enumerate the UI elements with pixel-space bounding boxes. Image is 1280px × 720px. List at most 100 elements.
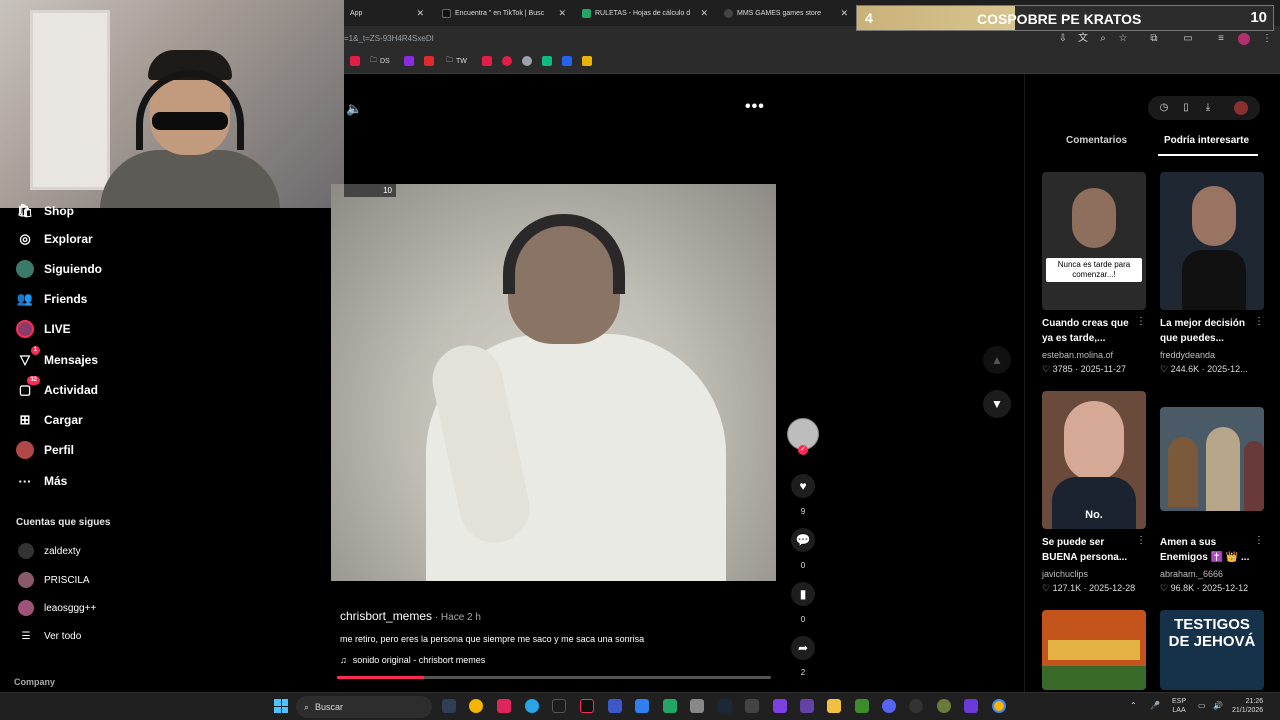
bookmark[interactable] bbox=[582, 56, 592, 66]
close-icon[interactable]: ✕ bbox=[558, 8, 566, 19]
display-icon[interactable]: ▭ bbox=[1198, 701, 1206, 710]
recommended-user[interactable]: abraham._6666 bbox=[1160, 569, 1223, 579]
sidebar-item-cargar[interactable]: ⊞ Cargar bbox=[16, 411, 83, 429]
bookmark[interactable] bbox=[404, 56, 414, 66]
recommended-thumbnail[interactable]: TESTIGOS DE JEHOVÁ bbox=[1160, 610, 1264, 690]
app-icon[interactable] bbox=[937, 699, 951, 713]
sheets-icon[interactable] bbox=[663, 699, 677, 713]
browser-tab[interactable]: Encuentra " en TikTok | Busc ✕ bbox=[436, 3, 572, 23]
video-progress-bar[interactable] bbox=[337, 676, 771, 679]
app-icon[interactable] bbox=[909, 699, 923, 713]
system-clock[interactable]: 21:26 21/1/2026 bbox=[1232, 697, 1263, 715]
user-avatar[interactable] bbox=[1234, 101, 1248, 115]
extensions-icon[interactable]: ⧉ bbox=[1148, 33, 1160, 45]
close-icon[interactable]: ✕ bbox=[700, 8, 708, 19]
menu-icon[interactable]: ⋮ bbox=[1261, 33, 1273, 45]
bookmark[interactable] bbox=[482, 56, 492, 66]
author-name[interactable]: chrisbort_memes bbox=[340, 609, 432, 623]
recommended-thumbnail[interactable] bbox=[1160, 407, 1264, 511]
app-icon[interactable] bbox=[690, 699, 704, 713]
recommended-title[interactable]: Cuando creas que ya es tarde,... bbox=[1042, 316, 1136, 346]
follow-plus-icon[interactable]: ✓ bbox=[798, 445, 808, 455]
tab-podria-interesarte[interactable]: Podría interesarte bbox=[1164, 135, 1249, 146]
install-icon[interactable]: ⇩ bbox=[1057, 33, 1069, 45]
sidebar-item-mensajes[interactable]: ▽ 1 Mensajes bbox=[16, 346, 98, 369]
microphone-icon[interactable]: 🎤 bbox=[1150, 701, 1160, 710]
sidebar-item-actividad[interactable]: ▢ 32 Actividad bbox=[16, 376, 98, 399]
video-player[interactable] bbox=[331, 184, 776, 581]
more-options-icon[interactable]: ⋮ bbox=[1136, 316, 1146, 327]
tiktok-icon[interactable] bbox=[580, 699, 594, 713]
recommended-title[interactable]: La mejor decisión que puedes... bbox=[1160, 316, 1254, 346]
language-indicator[interactable]: ESP LAA bbox=[1172, 697, 1186, 715]
sidepanel-icon[interactable]: ▭ bbox=[1182, 33, 1194, 45]
app-icon[interactable] bbox=[964, 699, 978, 713]
device-icon[interactable]: ▯ bbox=[1179, 101, 1193, 115]
bookmark[interactable] bbox=[350, 56, 360, 66]
recommended-thumbnail[interactable]: Nunca es tarde para comenzar...! bbox=[1042, 172, 1146, 310]
browser-tab[interactable]: MMS GAMES games store ✕ bbox=[718, 3, 854, 23]
comment-button[interactable]: 💬 bbox=[791, 528, 815, 552]
more-options-icon[interactable]: ⋮ bbox=[1136, 535, 1146, 546]
terminal-icon[interactable] bbox=[552, 699, 566, 713]
chrome-icon[interactable] bbox=[992, 699, 1006, 713]
sidebar-item-shop[interactable]: 🛍 Shop bbox=[16, 202, 74, 220]
app-icon[interactable] bbox=[497, 699, 511, 713]
more-options-icon[interactable]: ⋮ bbox=[1254, 535, 1264, 546]
recommended-user[interactable]: freddydeanda bbox=[1160, 350, 1215, 360]
following-account[interactable]: zaldexty bbox=[18, 543, 81, 559]
url-field[interactable]: =1&_t=ZS-93H4R4SxeDI bbox=[344, 34, 434, 43]
bookmark[interactable] bbox=[522, 56, 532, 66]
following-account[interactable]: PRISCILA bbox=[18, 572, 90, 588]
browser-tab[interactable]: RULETAS - Hojas de cálculo d ✕ bbox=[576, 3, 714, 23]
close-icon[interactable]: ✕ bbox=[840, 8, 848, 19]
translate-icon[interactable]: 文 bbox=[1077, 33, 1089, 45]
tab-comentarios[interactable]: Comentarios bbox=[1066, 135, 1127, 146]
share-button[interactable]: ➦ bbox=[791, 636, 815, 660]
app-icon[interactable] bbox=[745, 699, 759, 713]
recommended-title[interactable]: Amen a sus Enemigos ✝️ 👑 ... bbox=[1160, 535, 1254, 565]
zoom-icon[interactable]: ⌕ bbox=[1097, 33, 1109, 45]
edge-icon[interactable] bbox=[525, 699, 539, 713]
sidebar-item-perfil[interactable]: Perfil bbox=[16, 441, 74, 459]
app-icon[interactable] bbox=[800, 699, 814, 713]
save-button[interactable]: ▮ bbox=[791, 582, 815, 606]
video-sound[interactable]: ♫ sonido original - chrisbort memes bbox=[340, 655, 485, 665]
app-icon[interactable] bbox=[773, 699, 787, 713]
close-icon[interactable]: ✕ bbox=[416, 8, 424, 19]
app-icon[interactable] bbox=[608, 699, 622, 713]
app-icon[interactable] bbox=[855, 699, 869, 713]
recommended-user[interactable]: esteban.molina.of bbox=[1042, 350, 1113, 360]
recommended-thumbnail[interactable]: No. bbox=[1042, 391, 1146, 529]
see-all-following[interactable]: ☰ Ver todo bbox=[18, 631, 82, 642]
sidebar-item-friends[interactable]: 👥 Friends bbox=[16, 290, 87, 308]
recommended-user[interactable]: javichuclips bbox=[1042, 569, 1088, 579]
discord-icon[interactable] bbox=[882, 699, 896, 713]
bookmark[interactable] bbox=[502, 56, 512, 66]
volume-icon[interactable]: 🔈 bbox=[346, 101, 362, 117]
bookmark-folder[interactable]: 🗀 DS bbox=[370, 56, 390, 67]
taskbar-search[interactable]: ⌕ Buscar bbox=[296, 696, 432, 718]
star-icon[interactable]: ☆ bbox=[1117, 33, 1129, 45]
recommended-thumbnail[interactable] bbox=[1160, 172, 1264, 310]
recommended-title[interactable]: Se puede ser BUENA persona... bbox=[1042, 535, 1136, 565]
next-video-button[interactable]: ▼ bbox=[983, 390, 1011, 418]
sidebar-item-live[interactable]: LIVE bbox=[16, 320, 71, 338]
docs-icon[interactable] bbox=[635, 699, 649, 713]
following-account[interactable]: leaosggg++ bbox=[18, 600, 96, 616]
bookmark[interactable] bbox=[562, 56, 572, 66]
bookmark-folder[interactable]: 🗀 TW bbox=[446, 56, 467, 67]
previous-video-button[interactable]: ▲ bbox=[983, 346, 1011, 374]
chrome-icon[interactable] bbox=[469, 699, 483, 713]
sidebar-item-explorar[interactable]: ◎ Explorar bbox=[16, 230, 92, 248]
bookmark[interactable] bbox=[424, 56, 434, 66]
media-icon[interactable]: ≡ bbox=[1215, 33, 1227, 45]
speed-icon[interactable]: ◷ bbox=[1157, 101, 1171, 115]
company-link[interactable]: Company bbox=[14, 677, 55, 687]
browser-tab[interactable]: App ✕ bbox=[344, 3, 430, 23]
folder-icon[interactable] bbox=[827, 699, 841, 713]
download-icon[interactable]: ⤓ bbox=[1201, 101, 1215, 115]
windows-start-icon[interactable] bbox=[274, 699, 288, 713]
more-options-icon[interactable]: ⋮ bbox=[1254, 316, 1264, 327]
sidebar-item-mas[interactable]: ··· Más bbox=[16, 472, 68, 490]
